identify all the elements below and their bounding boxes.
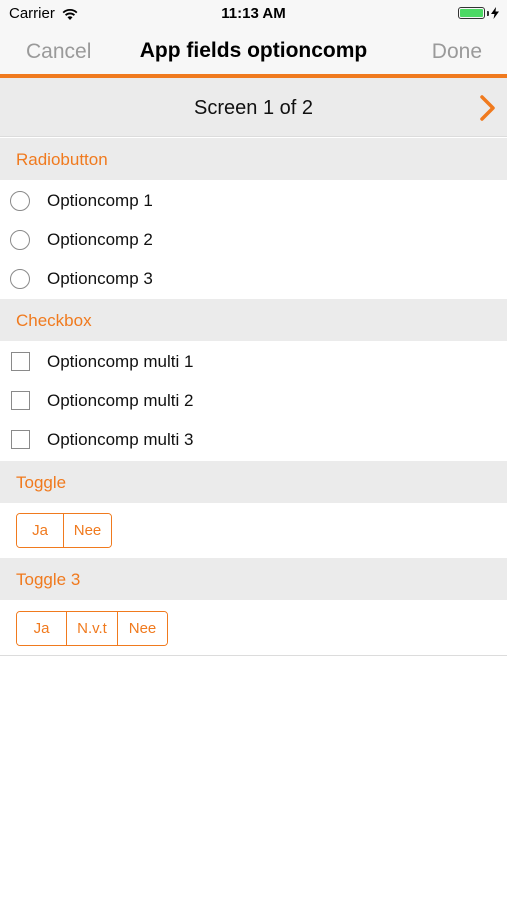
radio-button[interactable] — [10, 268, 30, 289]
done-button[interactable]: Done — [432, 40, 482, 64]
section-header-toggle-3: Toggle 3 — [0, 558, 507, 600]
section-title: Checkbox — [16, 311, 92, 330]
section-header-checkbox: Checkbox — [0, 299, 507, 341]
battery-icon — [458, 7, 499, 19]
radio-button[interactable] — [10, 229, 30, 250]
screen-indicator: Screen 1 of 2 — [194, 97, 313, 119]
option-label: Optioncomp multi 1 — [47, 351, 194, 371]
option-label: Optioncomp multi 3 — [47, 429, 194, 449]
screen-pager: Screen 1 of 2 — [0, 78, 507, 137]
segment-nee[interactable]: Nee — [64, 514, 111, 547]
checkbox-option[interactable]: Optioncomp multi 1 — [0, 342, 507, 381]
navigation-bar: Cancel App fields optioncomp Done — [0, 28, 507, 78]
segment-ja[interactable]: Ja — [17, 514, 64, 547]
segment-nee[interactable]: Nee — [118, 612, 167, 645]
radio-option[interactable]: Optioncomp 1 — [0, 181, 507, 220]
checkbox[interactable] — [11, 430, 30, 449]
radio-option[interactable]: Optioncomp 2 — [0, 220, 507, 259]
option-label: Optioncomp 2 — [47, 229, 153, 249]
option-label: Optioncomp 1 — [47, 190, 153, 210]
divider — [0, 655, 507, 656]
segment-ja[interactable]: Ja — [17, 612, 67, 645]
checkbox-option[interactable]: Optioncomp multi 3 — [0, 420, 507, 459]
section-title: Radiobutton — [16, 150, 108, 169]
status-time: 11:13 AM — [221, 5, 286, 22]
radio-button[interactable] — [10, 190, 30, 211]
toggle-segmented-control: Ja Nee — [16, 513, 112, 548]
option-label: Optioncomp multi 2 — [47, 390, 194, 410]
status-bar: Carrier 11:13 AM — [0, 0, 507, 28]
checkbox-option[interactable]: Optioncomp multi 2 — [0, 381, 507, 420]
toggle3-segmented-control: Ja N.v.t Nee — [16, 611, 168, 646]
section-title: Toggle 3 — [16, 570, 81, 589]
checkbox[interactable] — [11, 352, 30, 371]
option-label: Optioncomp 3 — [47, 268, 153, 288]
chevron-right-icon[interactable] — [479, 94, 497, 122]
section-header-radiobutton: Radiobutton — [0, 138, 507, 180]
section-title: Toggle — [16, 473, 67, 492]
charging-bolt-icon — [491, 7, 499, 19]
radio-option[interactable]: Optioncomp 3 — [0, 259, 507, 298]
section-header-toggle: Toggle — [0, 461, 507, 503]
segment-nvt[interactable]: N.v.t — [67, 612, 118, 645]
checkbox[interactable] — [11, 391, 30, 410]
